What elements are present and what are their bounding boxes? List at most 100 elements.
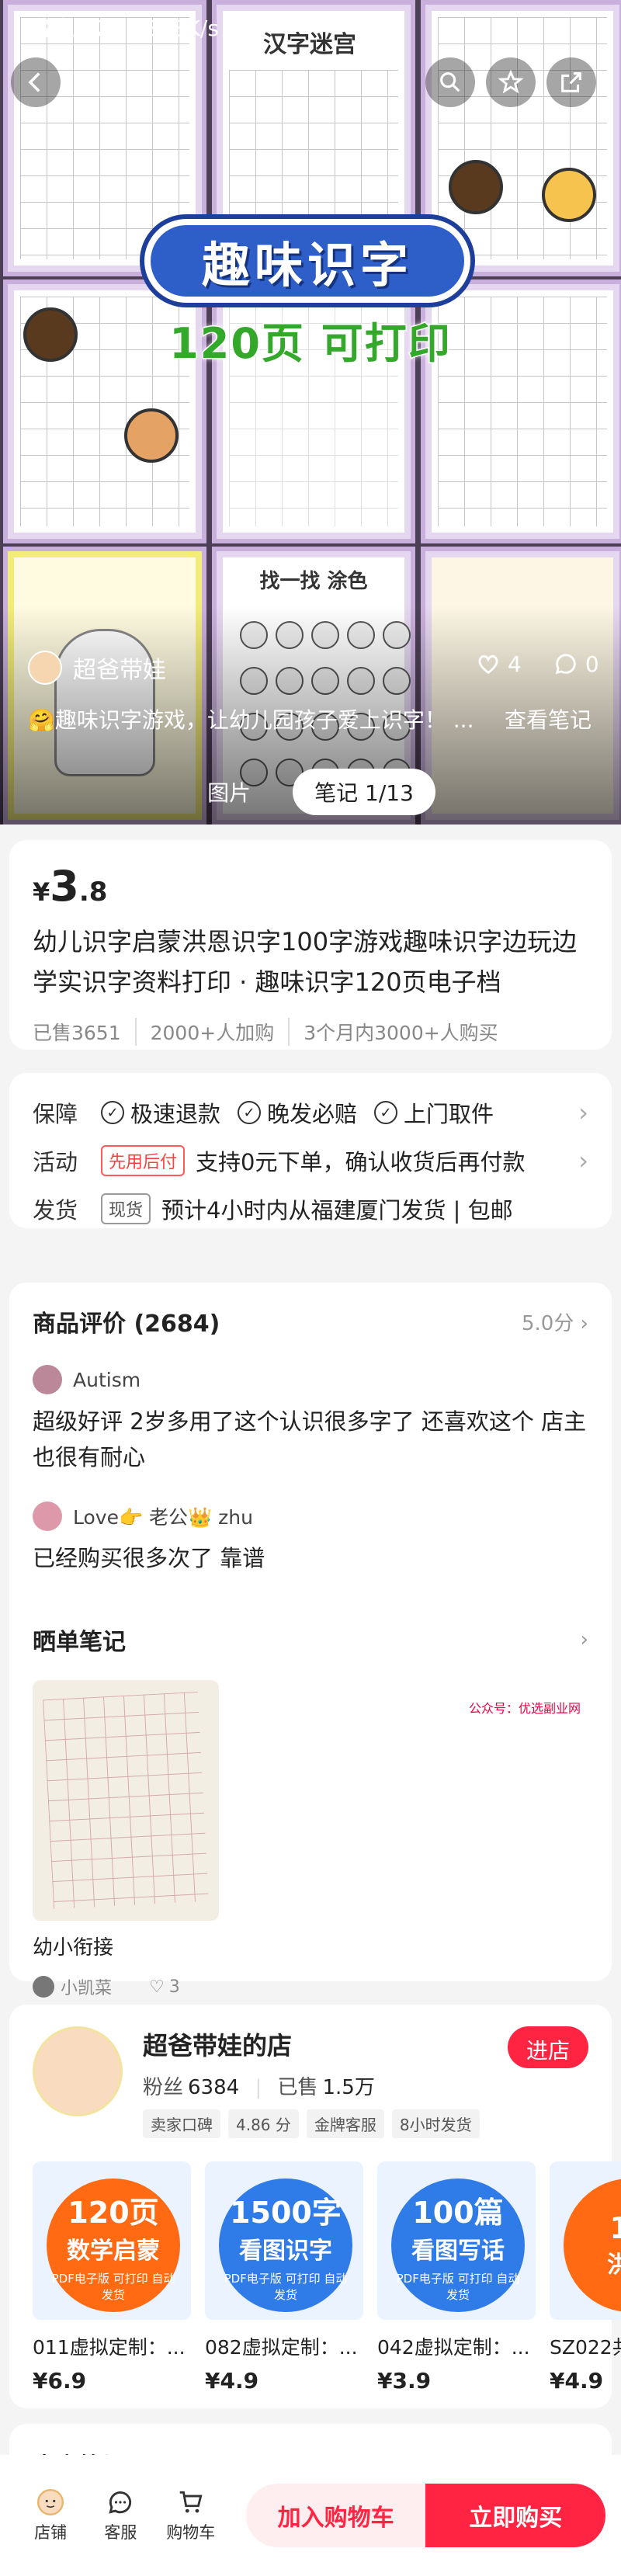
add-to-cart-button[interactable]: 加入购物车 [245,2484,426,2547]
status-bar: 晚上9:27 | 318K/s [0,0,621,54]
heart-icon [478,654,498,675]
shop-tags: 卖家口碑 4.86 分 金牌客服 8小时发货 [143,2109,480,2138]
note-image [33,1680,219,1921]
product-image-gallery[interactable]: 汉字迷宫 找一找 涂色 趣味识字 120页 可打印 晚上9:27 | 318K/… [0,0,621,825]
share-button[interactable] [546,57,596,107]
avatar [33,1976,54,1998]
price-card: ¥3.8 幼儿识字启蒙洪恩识字100字游戏趣味识字边玩边学实识字资料打印 · 趣… [9,840,612,1050]
note-author-name: 小凯菜 [61,1979,113,1998]
review-user: Love👉 老公👑 zhu [73,1506,253,1529]
tab-notes[interactable]: 笔记 1/13 [293,769,435,815]
tile-find-title: 找一找 涂色 [259,570,368,593]
service-card: 保障 ✓ 极速退款 ✓ 晚发必赔 ✓ 上门取件 › 活动 先用后付 支持0元下单，确认… [9,1073,612,1228]
note-caption[interactable]: 🤗趣味识字游戏，让幼儿园孩子爱上识字！ ... [28,703,494,734]
heart-icon: ♡ [149,1977,165,1997]
comment-button[interactable]: 0 [553,651,599,677]
buyers-count: 3个月内3000+人购买 [288,1018,512,1046]
avatar [28,651,62,685]
buyer-note[interactable]: 幼小衔接 小凯菜 ♡ 3 [33,1680,227,1999]
author-name: 超爸带娃 [73,657,166,684]
buy-now-button[interactable]: 立即购买 [425,2484,605,2547]
status-text: 晚上9:27 | 318K/s [31,16,219,41]
product-name: 011虚拟定制：... [33,2336,186,2359]
product-stats: 已售3651 2000+人加购 3个月内3000+人购买 [33,1018,588,1046]
customer-service-tab[interactable]: 客服 [85,2487,155,2543]
review-text: 超级好评 2岁多用了这个认识很多字了 还喜欢这个 店主也很有耐心 [33,1408,587,1470]
activity-text: 支持0元下单，确认收货后再付款 [196,1149,526,1175]
cart-tab[interactable]: 购物车 [156,2487,226,2543]
note-like-count: 3 [168,1977,180,1997]
chevron-right-icon: › [578,1146,588,1175]
guarantee-row[interactable]: 保障 ✓ 极速退款 ✓ 晚发必赔 ✓ 上门取件 › [33,1088,588,1137]
bottom-action-bar: 店铺 客服 购物车 加入购物车 立即购买 [0,2455,621,2576]
buyer-notes-header[interactable]: 晒单笔记 › [33,1623,588,1657]
shipping-text: 预计4小时内从福建厦门发货 | 包邮 [161,1197,513,1224]
product-price: ¥4.9 [550,2368,604,2394]
check-circle-icon: ✓ [238,1101,262,1124]
shop-avatar[interactable] [33,2026,123,2116]
product-name: SZ022共 [550,2336,621,2359]
shop-tab[interactable]: 店铺 [16,2487,85,2543]
shop-product[interactable]: 100篇 看图写话 PDF电子版 可打印 自动发货 042虚拟定制：... ¥3… [377,2161,536,2394]
watermark: 公众号：优选副业网 [468,1701,581,1716]
shop-stats: 粉丝 6384 | 已售 1.5万 [143,2076,375,2099]
note-title: 幼小衔接 [33,1936,114,1960]
review-text: 已经购买很多次了 靠谱 [33,1545,265,1571]
product-price: ¥4.9 [205,2368,259,2394]
enter-shop-button[interactable]: 进店 [507,2026,588,2068]
shop-product[interactable]: 13 洪恩 SZ022共 ¥4.9 [550,2161,621,2394]
chat-icon [109,2491,132,2514]
product-thumb: 100篇 看图写话 PDF电子版 可打印 自动发货 [377,2161,536,2320]
search-icon [440,72,460,92]
review-item[interactable]: Love👉 老公👑 zhu 已经购买很多次了 靠谱 [33,1502,588,1576]
product-title: 幼儿识字启蒙洪恩识字100字游戏趣味识字边玩边学实识字资料打印 · 趣味识字12… [33,927,578,997]
review-score: 5.0分 › [521,1311,588,1335]
cart-count: 2000+人加购 [134,1018,289,1046]
like-button[interactable]: 4 [475,651,522,677]
product-thumb: 13 洪恩 [550,2161,621,2320]
review-item[interactable]: Autism 超级好评 2岁多用了这个认识很多字了 还喜欢这个 店主也很有耐心 [33,1365,588,1475]
note-engagement: 4 0 [475,651,599,677]
product-name: 082虚拟定制：... [205,2336,358,2359]
share-icon [561,72,581,92]
product-price: ¥3.8 [33,862,108,911]
shop-card: 超爸带娃的店 粉丝 6384 | 已售 1.5万 卖家口碑 4.86 分 金牌客服 … [9,2005,621,2408]
review-user: Autism [73,1368,141,1391]
view-note-link[interactable]: 查看笔记 [505,703,592,734]
guarantee-item: ✓ 晚发必赔 [238,1096,357,1129]
note-author[interactable]: 超爸带娃 [28,651,166,685]
shop-products: 120页 数学启蒙 PDF电子版 可打印 自动发货 011虚拟定制：... ¥6… [33,2161,621,2394]
product-thumb: 120页 数学启蒙 PDF电子版 可打印 自动发货 [33,2161,191,2320]
shop-avatar-icon [37,2488,64,2516]
sold-count: 已售3651 [33,1022,121,1044]
guarantee-item: ✓ 极速退款 [101,1096,220,1129]
product-thumb: 1500字 看图识字 PDF电子版 可打印 自动发货 [205,2161,363,2320]
reviews-header[interactable]: 商品评价 (2684) 5.0分 › [33,1304,588,1338]
in-stock-tag: 现货 [101,1193,151,1224]
like-count: 4 [508,651,522,677]
check-circle-icon: ✓ [374,1101,398,1124]
chevron-right-icon: › [580,1628,588,1651]
search-button[interactable] [425,57,475,107]
title-badge: 趣味识字 [144,219,470,303]
gallery-tabs: 图片 笔记 1/13 [0,769,621,815]
favorite-button[interactable] [486,57,536,107]
back-button[interactable] [11,57,61,107]
avatar [33,1365,62,1394]
star-icon [498,69,524,94]
subtitle-badge: 120页 可打印 [168,318,452,369]
check-circle-icon: ✓ [101,1101,124,1124]
activity-row[interactable]: 活动 先用后付 支持0元下单，确认收货后再付款 › [33,1137,588,1185]
shop-name[interactable]: 超爸带娃的店 [143,2026,480,2062]
shop-product[interactable]: 1500字 看图识字 PDF电子版 可打印 自动发货 082虚拟定制：... ¥… [205,2161,363,2394]
buyer-notes-title: 晒单笔记 [33,1629,126,1656]
tab-images[interactable]: 图片 [186,769,272,815]
shipping-row: 发货 现货 预计4小时内从福建厦门发货 | 包邮 [33,1185,588,1233]
reviews-card: 商品评价 (2684) 5.0分 › Autism 超级好评 2岁多用了这个认识… [9,1283,612,1998]
comment-count: 0 [585,651,599,677]
shop-product[interactable]: 120页 数学启蒙 PDF电子版 可打印 自动发货 011虚拟定制：... ¥6… [33,2161,191,2394]
comment-icon [555,654,576,675]
guarantee-item: ✓ 上门取件 [374,1096,494,1129]
pay-later-tag: 先用后付 [101,1145,186,1176]
avatar [33,1502,62,1531]
